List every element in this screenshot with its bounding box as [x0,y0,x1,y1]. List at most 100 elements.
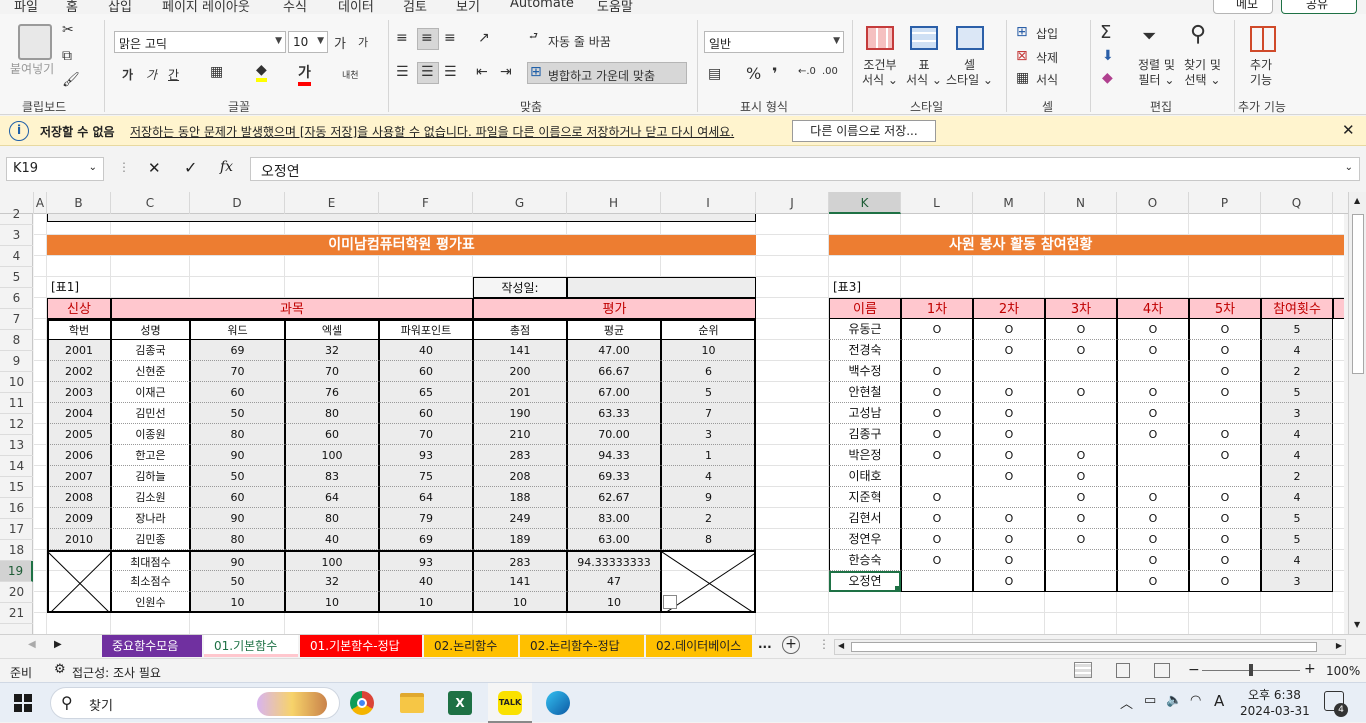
table3-cell[interactable]: O [1045,340,1117,361]
row-header-7[interactable]: 7 [0,309,33,330]
ribbon-tab-3[interactable]: 페이지 레이아웃 [162,0,250,14]
selected-cell-k19[interactable] [829,571,901,592]
conditional-format-icon[interactable] [866,26,894,50]
ribbon-tab-7[interactable]: 보기 [456,0,480,14]
table3-cell[interactable]: 5 [1261,319,1333,340]
decrease-decimal-icon[interactable]: .00 [822,66,838,77]
column-header-O[interactable]: O [1117,192,1189,214]
table3-cell[interactable]: O [1045,508,1117,529]
file-explorer-icon[interactable] [400,693,424,713]
table3-cell[interactable]: O [973,445,1045,466]
cut-icon[interactable]: ✂ [62,22,74,38]
copy-icon[interactable]: ⧉ [62,48,72,64]
ribbon-tab-8[interactable]: Automate [510,0,574,11]
table3-header-partial[interactable] [1333,298,1344,319]
bold-button[interactable]: 가 [122,66,133,83]
table3-cell[interactable]: O [973,571,1045,592]
row-header-18[interactable]: 18 [0,540,33,561]
group-header-subject[interactable]: 과목 [111,298,473,319]
column-header-B[interactable]: B [47,192,111,214]
table3-cell[interactable]: O [1117,340,1189,361]
ribbon-tab-6[interactable]: 검토 [403,0,427,14]
phonetic-button[interactable]: 내천 [342,68,359,81]
table3-header-3[interactable]: 3차 [1045,298,1117,319]
worksheet-grid[interactable]: 이미남컴퓨터학원 평가표 [표1] 작성일: 신상 과목 평가 학번 성명 워드 엑셀 파워포인트 총… [34,214,1344,634]
align-right-icon[interactable]: ☰ [444,64,457,80]
table3-cell[interactable]: O [1189,571,1261,592]
insert-function-icon[interactable]: fx [220,159,233,175]
next-sheet-icon[interactable]: ▶ [54,639,62,650]
table3-cell[interactable]: 2 [1261,361,1333,382]
column-header-N[interactable]: N [1045,192,1117,214]
table3-cell[interactable]: 5 [1261,382,1333,403]
formula-input[interactable]: 오정연 ⌄ [250,157,1360,181]
row-header-5[interactable]: 5 [0,267,33,288]
cancel-icon[interactable]: ✕ [148,159,161,177]
excel-icon[interactable]: X [448,691,472,715]
format-cells-icon[interactable]: ▦ [1016,70,1029,86]
kakaotalk-icon[interactable]: TALK [488,683,532,723]
sheet-tab-1[interactable]: 01.기본함수 [204,635,298,657]
row-header-13[interactable]: 13 [0,435,33,456]
column-header-E[interactable]: E [285,192,379,214]
row-header-4[interactable]: 4 [0,246,33,267]
scroll-left-icon[interactable]: ◀ [838,641,844,650]
table3-cell[interactable]: O [1189,487,1261,508]
wifi-icon[interactable]: ◠ [1190,693,1201,708]
row-header-8[interactable]: 8 [0,330,33,351]
horizontal-scrollbar[interactable]: ◀ ▶ [834,639,1346,655]
format-painter-icon[interactable]: 🖌 [62,72,80,88]
table3-cell[interactable] [1117,466,1189,487]
column-header-I[interactable]: I [661,192,756,214]
clear-icon[interactable]: ◆ [1102,70,1113,86]
shrink-font-button[interactable]: 가 [358,34,368,50]
table3-cell[interactable]: O [1045,382,1117,403]
sheet-tab-4[interactable]: 02.논리함수-정답 [520,635,644,657]
ribbon-tab-9[interactable]: 도움말 [597,0,633,14]
table3-cell[interactable] [973,361,1045,382]
orientation-icon[interactable]: ↗ [478,30,490,46]
memo-button[interactable]: 메모 [1213,0,1273,14]
table3-cell[interactable]: O [1117,571,1189,592]
quick-analysis-icon[interactable] [663,595,677,609]
grow-font-button[interactable]: 가 [334,33,346,52]
sort-filter-button[interactable]: 정렬 및 필터 ⌄ [1138,58,1175,88]
prev-sheet-icon[interactable]: ◀ [28,639,36,650]
column-header-A[interactable]: A [34,192,47,214]
table3-cell[interactable]: 4 [1261,424,1333,445]
scroll-up-icon[interactable]: ▲ [1354,196,1360,205]
format-table-icon[interactable] [910,26,938,50]
align-top-icon[interactable]: ≡ [396,30,408,46]
group-header-info[interactable]: 신상 [47,298,111,319]
table3-title[interactable]: 사원 봉사 활동 참여현황 [829,235,1344,255]
row-header-20[interactable]: 20 [0,582,33,603]
scroll-thumb[interactable] [1352,214,1364,374]
cell-styles-button[interactable]: 셀 스타일 ⌄ [946,58,993,88]
find-select-button[interactable]: 찾기 및 선택 ⌄ [1184,58,1221,88]
table3-cell[interactable]: O [973,508,1045,529]
info-message[interactable]: 저장하는 동안 문제가 발생했으며 [자동 저장]을 사용할 수 없습니다. 파… [130,123,734,140]
more-sheets[interactable]: ... [758,637,772,651]
table3-cell[interactable] [1117,361,1189,382]
table3-cell[interactable] [973,487,1045,508]
row-header-17[interactable]: 17 [0,519,33,540]
table3-cell[interactable]: O [1045,487,1117,508]
cell-styles-icon[interactable] [956,26,984,50]
scroll-down-icon[interactable]: ▼ [1354,620,1360,629]
name-box[interactable]: K19 ⌄ [6,157,104,181]
column-header-G[interactable]: G [473,192,567,214]
clock-date[interactable]: 2024-03-31 [1240,704,1310,718]
table3-cell[interactable]: O [901,361,973,382]
hscroll-thumb[interactable] [851,642,1317,652]
row-header-11[interactable]: 11 [0,393,33,414]
save-as-button[interactable]: 다른 이름으로 저장... [792,120,936,142]
table3-cell[interactable]: 4 [1261,340,1333,361]
accessibility-status[interactable]: 접근성: 조사 필요 [72,664,161,681]
row-header-10[interactable]: 10 [0,372,33,393]
column-header-K[interactable]: K [829,192,901,214]
chrome-icon[interactable] [350,691,374,715]
sheet-tab-0[interactable]: 중요함수모음 [102,635,202,657]
comma-icon[interactable]: ❜ [772,64,778,83]
wrap-text-button[interactable]: 자동 줄 바꿈 [548,33,611,50]
taskbar-search[interactable]: ⚲ 찾기 [50,687,340,719]
